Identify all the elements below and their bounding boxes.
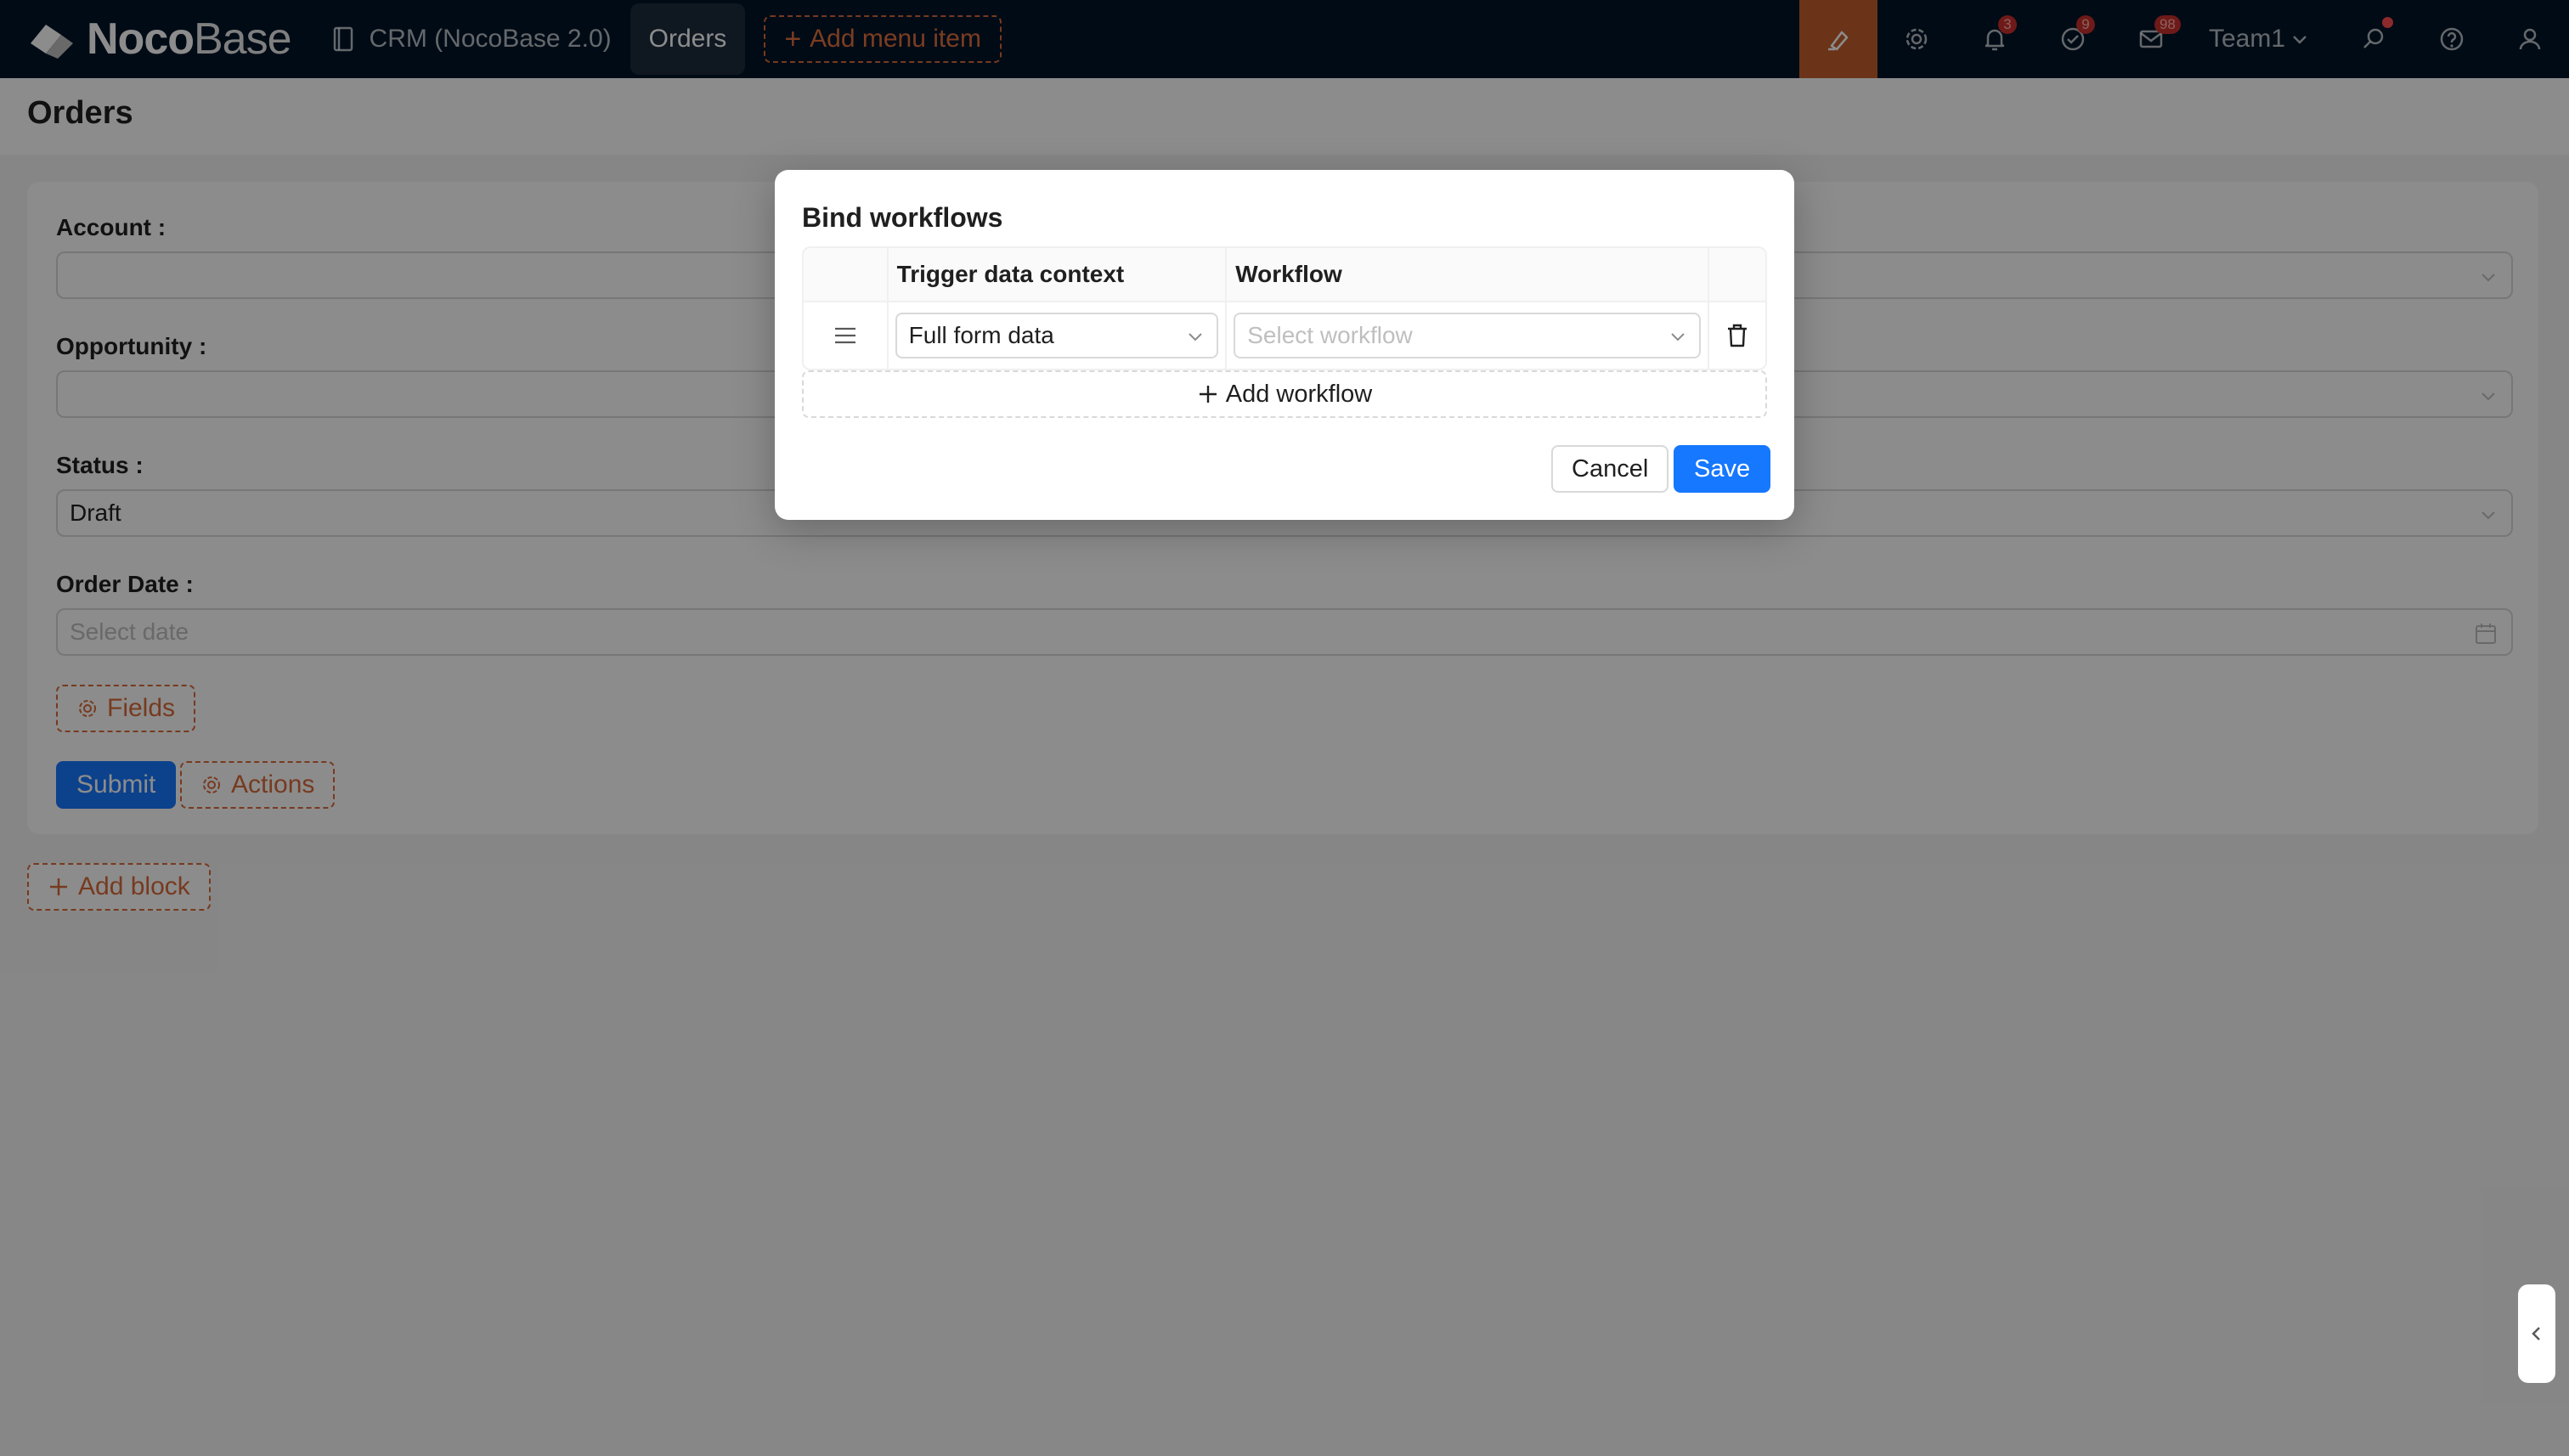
modal-title: Bind workflows [802, 202, 1003, 233]
table-row: Full form data Select workflow [804, 302, 1765, 369]
drag-handle-icon [834, 327, 855, 344]
chevron-left-icon [2532, 1327, 2540, 1340]
delete-row-button[interactable] [1709, 302, 1765, 369]
cancel-button[interactable]: Cancel [1551, 445, 1669, 493]
chevron-down-icon [1189, 333, 1202, 341]
save-button[interactable]: Save [1674, 445, 1771, 493]
workflow-placeholder: Select workflow [1247, 322, 1413, 348]
add-workflow-button[interactable]: Add workflow [802, 370, 1767, 418]
trash-icon [1728, 324, 1747, 347]
header-drag-column [804, 248, 889, 301]
trigger-data-context-value: Full form data [908, 322, 1054, 348]
header-trigger-data-context: Trigger data context [889, 248, 1228, 301]
table-header-row: Trigger data context Workflow [804, 248, 1765, 302]
plus-icon [1199, 386, 1217, 403]
header-actions-column [1709, 248, 1765, 301]
trigger-data-context-select[interactable]: Full form data [895, 313, 1219, 358]
chevron-down-icon [1671, 333, 1685, 341]
drag-handle[interactable] [804, 302, 889, 369]
header-workflow: Workflow [1227, 248, 1710, 301]
cancel-label: Cancel [1572, 454, 1649, 483]
bind-workflows-modal: Bind workflows Trigger data context Work… [775, 170, 1794, 520]
trigger-cell: Full form data [889, 302, 1228, 369]
workflow-cell: Select workflow [1227, 302, 1710, 369]
workflows-table: Trigger data context Workflow Full form … [802, 246, 1767, 370]
add-workflow-label: Add workflow [1225, 380, 1373, 408]
save-label: Save [1694, 454, 1751, 483]
workflow-select[interactable]: Select workflow [1234, 313, 1702, 358]
side-panel-toggle[interactable] [2518, 1284, 2555, 1383]
